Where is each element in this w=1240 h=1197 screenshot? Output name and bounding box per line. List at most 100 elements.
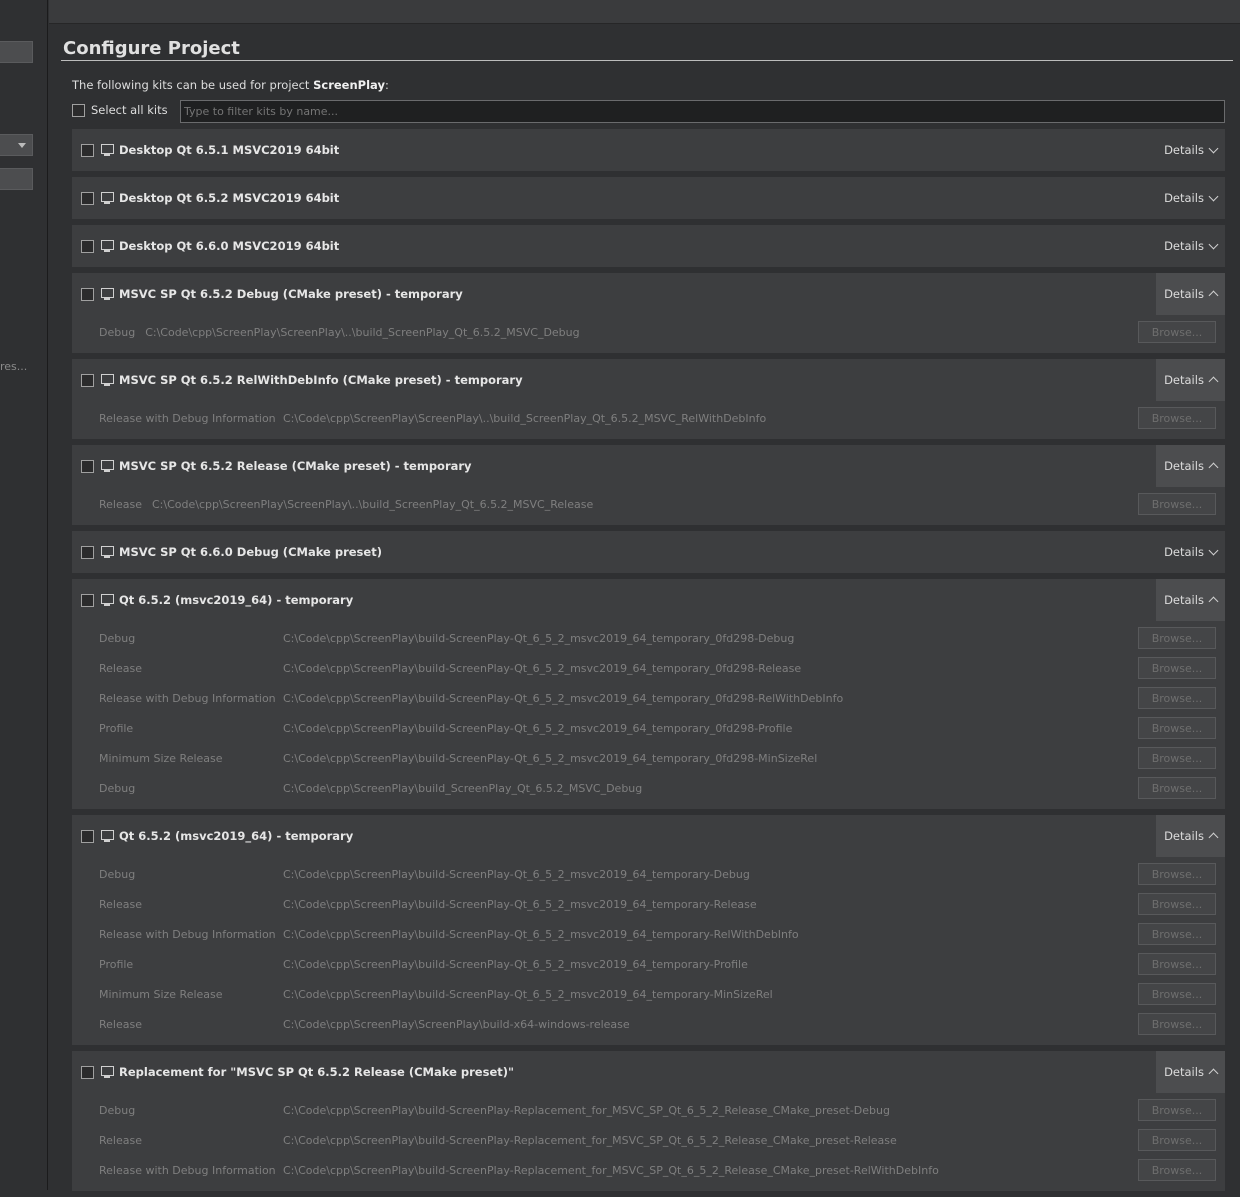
build-directory-path[interactable]: C:\Code\cpp\ScreenPlay\build-ScreenPlay-… [283, 692, 843, 705]
build-type-label: Debug [99, 325, 136, 339]
kit-checkbox[interactable] [81, 593, 94, 607]
chevron-down-icon [18, 143, 26, 148]
kit-checkbox[interactable] [81, 829, 94, 843]
browse-button[interactable]: Browse... [1138, 983, 1216, 1005]
browse-button[interactable]: Browse... [1138, 407, 1216, 429]
kit-panel: Desktop Qt 6.5.1 MSVC2019 64bit Details [72, 129, 1225, 171]
browse-button[interactable]: Browse... [1138, 863, 1216, 885]
browse-button[interactable]: Browse... [1138, 1159, 1216, 1181]
build-type-label: Release [99, 1017, 142, 1031]
left-pane-button-2[interactable] [0, 168, 33, 190]
kit-name: MSVC SP Qt 6.5.2 Release (CMake preset) … [119, 459, 472, 473]
browse-button[interactable]: Browse... [1138, 777, 1216, 799]
monitor-icon [101, 192, 114, 204]
kit-filter-input[interactable] [180, 100, 1225, 123]
kit-checkbox[interactable] [81, 143, 94, 157]
monitor-icon [101, 1066, 114, 1078]
build-config-row: Debug C:\Code\cpp\ScreenPlay\ScreenPlay\.… [72, 317, 1225, 347]
browse-button[interactable]: Browse... [1138, 1013, 1216, 1035]
browse-button[interactable]: Browse... [1138, 1129, 1216, 1151]
build-directory-path[interactable]: C:\Code\cpp\ScreenPlay\build-ScreenPlay-… [283, 752, 817, 765]
details-toggle-button[interactable]: Details [1156, 273, 1225, 315]
details-toggle-button[interactable]: Details [1156, 129, 1225, 171]
build-directory-path[interactable]: C:\Code\cpp\ScreenPlay\build-ScreenPlay-… [283, 1164, 939, 1177]
kit-checkbox[interactable] [81, 287, 94, 301]
left-pane-button[interactable] [0, 41, 33, 63]
details-toggle-button[interactable]: Details [1156, 225, 1225, 267]
build-type-label: Profile [99, 957, 134, 971]
build-type-label: Release with Debug Information [99, 691, 276, 705]
monitor-icon [101, 546, 114, 558]
browse-button[interactable]: Browse... [1138, 687, 1216, 709]
build-directory-path[interactable]: C:\Code\cpp\ScreenPlay\build-ScreenPlay-… [283, 958, 748, 971]
build-directory-path[interactable]: C:\Code\cpp\ScreenPlay\build-ScreenPlay-… [283, 988, 773, 1001]
browse-button[interactable]: Browse... [1138, 627, 1216, 649]
build-directory-path[interactable]: C:\Code\cpp\ScreenPlay\build-ScreenPlay-… [283, 1134, 897, 1147]
chevron-up-icon [1208, 596, 1219, 607]
details-label: Details [1164, 545, 1204, 559]
build-config-row: Release C:\Code\cpp\ScreenPlay\build-Scre… [72, 1125, 1225, 1155]
kit-checkbox[interactable] [81, 545, 94, 559]
chevron-down-icon [1208, 545, 1219, 555]
monitor-icon [101, 240, 114, 252]
browse-button[interactable]: Browse... [1138, 953, 1216, 975]
details-label: Details [1164, 459, 1204, 473]
build-directory-path[interactable]: C:\Code\cpp\ScreenPlay\build_ScreenPlay_… [283, 782, 642, 795]
browse-button[interactable]: Browse... [1138, 893, 1216, 915]
kit-checkbox[interactable] [81, 459, 94, 473]
select-all-checkbox[interactable] [72, 103, 85, 117]
browse-button[interactable]: Browse... [1138, 923, 1216, 945]
details-toggle-button[interactable]: Details [1156, 579, 1225, 621]
build-directory-path[interactable]: C:\Code\cpp\ScreenPlay\ScreenPlay\..\bui… [283, 412, 766, 425]
kit-checkbox[interactable] [81, 1065, 94, 1079]
kit-name: Desktop Qt 6.5.2 MSVC2019 64bit [119, 191, 340, 205]
build-directory-path[interactable]: C:\Code\cpp\ScreenPlay\build-ScreenPlay-… [283, 868, 750, 881]
details-toggle-button[interactable]: Details [1156, 531, 1225, 573]
details-label: Details [1164, 143, 1204, 157]
build-directory-path[interactable]: C:\Code\cpp\ScreenPlay\build-ScreenPlay-… [283, 898, 757, 911]
details-toggle-button[interactable]: Details [1156, 445, 1225, 487]
build-type-label: Release [99, 1133, 142, 1147]
kit-name: MSVC SP Qt 6.5.2 RelWithDebInfo (CMake p… [119, 373, 523, 387]
build-directory-path[interactable]: C:\Code\cpp\ScreenPlay\build-ScreenPlay-… [283, 632, 794, 645]
kit-header: MSVC SP Qt 6.5.2 Debug (CMake preset) - … [72, 273, 1225, 315]
browse-button[interactable]: Browse... [1138, 747, 1216, 769]
build-directory-path[interactable]: C:\Code\cpp\ScreenPlay\build-ScreenPlay-… [283, 928, 799, 941]
kit-checkbox[interactable] [81, 191, 94, 205]
kit-panel: MSVC SP Qt 6.5.2 RelWithDebInfo (CMake p… [72, 359, 1225, 439]
kit-checkbox[interactable] [81, 373, 94, 387]
browse-button[interactable]: Browse... [1138, 1099, 1216, 1121]
browse-button[interactable]: Browse... [1138, 717, 1216, 739]
browse-button[interactable]: Browse... [1138, 493, 1216, 515]
build-directory-path[interactable]: C:\Code\cpp\ScreenPlay\build-ScreenPlay-… [283, 722, 792, 735]
build-directory-path[interactable]: C:\Code\cpp\ScreenPlay\ScreenPlay\build-… [283, 1018, 630, 1031]
details-toggle-button[interactable]: Details [1156, 177, 1225, 219]
details-toggle-button[interactable]: Details [1156, 1051, 1225, 1093]
kit-name: Desktop Qt 6.6.0 MSVC2019 64bit [119, 239, 340, 253]
kit-checkbox[interactable] [81, 239, 94, 253]
kit-header: MSVC SP Qt 6.6.0 Debug (CMake preset) Det… [72, 531, 1225, 573]
select-all-kits[interactable]: Select all kits [72, 103, 168, 117]
build-directory-path[interactable]: C:\Code\cpp\ScreenPlay\build-ScreenPlay-… [283, 1104, 890, 1117]
build-config-row: Profile C:\Code\cpp\ScreenPlay\build-Scre… [72, 949, 1225, 979]
build-directory-path[interactable]: C:\Code\cpp\ScreenPlay\build-ScreenPlay-… [283, 662, 801, 675]
build-type-label: Release [99, 497, 142, 511]
build-config-row: Release C:\Code\cpp\ScreenPlay\build-Scre… [72, 653, 1225, 683]
details-label: Details [1164, 191, 1204, 205]
build-directory-path[interactable]: C:\Code\cpp\ScreenPlay\ScreenPlay\..\bui… [152, 498, 593, 511]
details-toggle-button[interactable]: Details [1156, 359, 1225, 401]
page-title: Configure Project [63, 38, 240, 59]
chevron-up-icon [1208, 1068, 1219, 1079]
build-directory-path[interactable]: C:\Code\cpp\ScreenPlay\ScreenPlay\..\bui… [145, 326, 579, 339]
kit-panel: Replacement for "MSVC SP Qt 6.5.2 Releas… [72, 1051, 1225, 1191]
build-type-label: Release with Debug Information [99, 1163, 276, 1177]
browse-button[interactable]: Browse... [1138, 321, 1216, 343]
kit-panel: MSVC SP Qt 6.5.2 Release (CMake preset) … [72, 445, 1225, 525]
details-toggle-button[interactable]: Details [1156, 815, 1225, 857]
kit-header: Desktop Qt 6.5.2 MSVC2019 64bit Details [72, 177, 1225, 219]
chevron-up-icon [1208, 832, 1219, 843]
left-pane-combo[interactable] [0, 134, 33, 156]
kit-header: MSVC SP Qt 6.5.2 RelWithDebInfo (CMake p… [72, 359, 1225, 401]
build-type-label: Debug [99, 1103, 136, 1117]
browse-button[interactable]: Browse... [1138, 657, 1216, 679]
